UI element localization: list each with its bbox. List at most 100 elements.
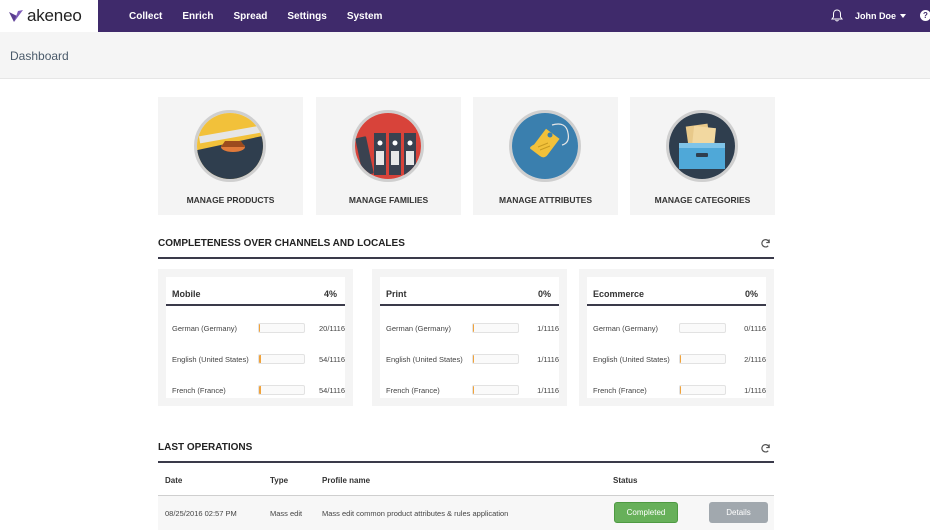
locale-row: German (Germany) 1/1116 <box>386 322 559 334</box>
channel-divider <box>380 304 559 306</box>
progress-fill <box>680 386 682 394</box>
locale-row: German (Germany) 0/1116 <box>593 322 766 334</box>
breadcrumb-bar: Dashboard <box>0 32 930 79</box>
price-tag-icon <box>509 110 581 182</box>
progress-bar <box>258 323 305 333</box>
column-header-date: Date <box>165 476 183 485</box>
progress-bar <box>472 385 519 395</box>
progress-fill <box>473 324 475 332</box>
locale-name: English (United States) <box>593 355 670 364</box>
section-divider <box>158 461 774 463</box>
section-divider <box>158 257 774 259</box>
channel-card-body: Ecommerce 0% German (Germany) 0/1116 Eng… <box>587 277 766 398</box>
locale-count: 1/1116 <box>744 386 766 395</box>
locale-count: 1/1116 <box>537 386 559 395</box>
refresh-icon[interactable] <box>760 238 771 249</box>
locale-count: 54/1116 <box>319 386 345 395</box>
progress-bar <box>258 354 305 364</box>
progress-fill <box>680 355 682 363</box>
locale-name: English (United States) <box>172 355 249 364</box>
locale-count: 20/1116 <box>319 324 345 333</box>
tile-label: MANAGE ATTRIBUTES <box>498 195 593 205</box>
locale-count: 1/1116 <box>537 355 559 364</box>
akeneo-logo[interactable]: akeneo <box>0 0 98 32</box>
page-title: Dashboard <box>10 49 69 63</box>
locale-name: German (Germany) <box>172 324 238 333</box>
progress-bar <box>472 323 519 333</box>
channel-percent: 0% <box>744 289 758 299</box>
locale-name: German (Germany) <box>593 324 659 333</box>
locale-count: 1/1116 <box>537 324 559 333</box>
channel-card-body: Print 0% German (Germany) 1/1116 English… <box>380 277 559 398</box>
locale-row: German (Germany) 20/1116 <box>172 322 345 334</box>
progress-bar <box>258 385 305 395</box>
column-header-profile: Profile name <box>322 476 371 485</box>
progress-fill <box>473 355 475 363</box>
operation-profile: Mass edit common product attributes & ru… <box>322 509 509 518</box>
locale-name: French (France) <box>172 386 226 395</box>
locale-name: German (Germany) <box>386 324 452 333</box>
locale-name: French (France) <box>593 386 647 395</box>
main-menu: Collect Enrich Spread Settings System <box>129 0 402 32</box>
nav-system[interactable]: System <box>347 11 383 22</box>
locale-row: French (France) 1/1116 <box>593 384 766 396</box>
manage-categories-tile[interactable]: MANAGE CATEGORIES <box>630 97 775 215</box>
tile-label: MANAGE FAMILIES <box>348 195 429 205</box>
nav-spread[interactable]: Spread <box>233 11 267 22</box>
details-button[interactable]: Details <box>709 502 768 523</box>
notification-bell-icon[interactable] <box>831 9 843 22</box>
channel-divider <box>587 304 766 306</box>
status-badge: Completed <box>614 502 678 523</box>
progress-fill <box>473 386 475 394</box>
locale-count: 54/1116 <box>319 355 345 364</box>
locale-count: 2/1116 <box>744 355 766 364</box>
column-header-status: Status <box>613 476 638 485</box>
nav-enrich[interactable]: Enrich <box>182 11 213 22</box>
manage-families-tile[interactable]: MANAGE FAMILIES <box>316 97 461 215</box>
locale-row: English (United States) 2/1116 <box>593 353 766 365</box>
progress-bar <box>679 385 726 395</box>
logo-text: akeneo <box>27 6 82 25</box>
channel-card-body: Mobile 4% German (Germany) 20/1116 Engli… <box>166 277 345 398</box>
progress-bar <box>472 354 519 364</box>
locale-count: 0/1116 <box>744 324 766 333</box>
product-stack-icon <box>194 110 266 182</box>
tile-label: MANAGE PRODUCTS <box>186 195 275 205</box>
channel-card-print: Print 0% German (Germany) 1/1116 English… <box>372 269 567 406</box>
channel-percent: 4% <box>323 289 337 299</box>
locale-row: French (France) 1/1116 <box>386 384 559 396</box>
progress-bar <box>679 354 726 364</box>
channel-divider <box>166 304 345 306</box>
progress-fill <box>259 355 262 363</box>
top-navigation-bar: akeneo Collect Enrich Spread Settings Sy… <box>0 0 930 32</box>
channel-percent: 0% <box>537 289 551 299</box>
column-header-type: Type <box>270 476 289 485</box>
user-menu[interactable]: John Doe <box>855 11 907 21</box>
help-icon[interactable]: ? <box>920 10 930 21</box>
channel-card-ecommerce: Ecommerce 0% German (Germany) 0/1116 Eng… <box>579 269 774 406</box>
locale-name: English (United States) <box>386 355 463 364</box>
nav-collect[interactable]: Collect <box>129 11 162 22</box>
locale-row: English (United States) 54/1116 <box>172 353 345 365</box>
locale-name: French (France) <box>386 386 440 395</box>
progress-bar <box>679 323 726 333</box>
operations-title: LAST OPERATIONS <box>158 442 253 453</box>
operation-date: 08/25/2016 02:57 PM <box>165 509 237 518</box>
locale-row: French (France) 54/1116 <box>172 384 345 396</box>
drawer-icon <box>666 110 738 182</box>
chevron-down-icon <box>900 14 907 18</box>
operation-type: Mass edit <box>270 509 303 518</box>
locale-row: English (United States) 1/1116 <box>386 353 559 365</box>
channel-card-mobile: Mobile 4% German (Germany) 20/1116 Engli… <box>158 269 353 406</box>
completeness-title: COMPLETENESS OVER CHANNELS AND LOCALES <box>158 238 405 249</box>
user-name: John Doe <box>855 11 897 21</box>
binders-icon <box>352 110 424 182</box>
akeneo-logo-icon <box>9 10 23 22</box>
progress-fill <box>259 324 261 332</box>
nav-settings[interactable]: Settings <box>287 11 326 22</box>
refresh-icon[interactable] <box>760 443 771 454</box>
manage-attributes-tile[interactable]: MANAGE ATTRIBUTES <box>473 97 618 215</box>
progress-fill <box>259 386 262 394</box>
manage-products-tile[interactable]: MANAGE PRODUCTS <box>158 97 303 215</box>
tile-label: MANAGE CATEGORIES <box>654 195 751 205</box>
